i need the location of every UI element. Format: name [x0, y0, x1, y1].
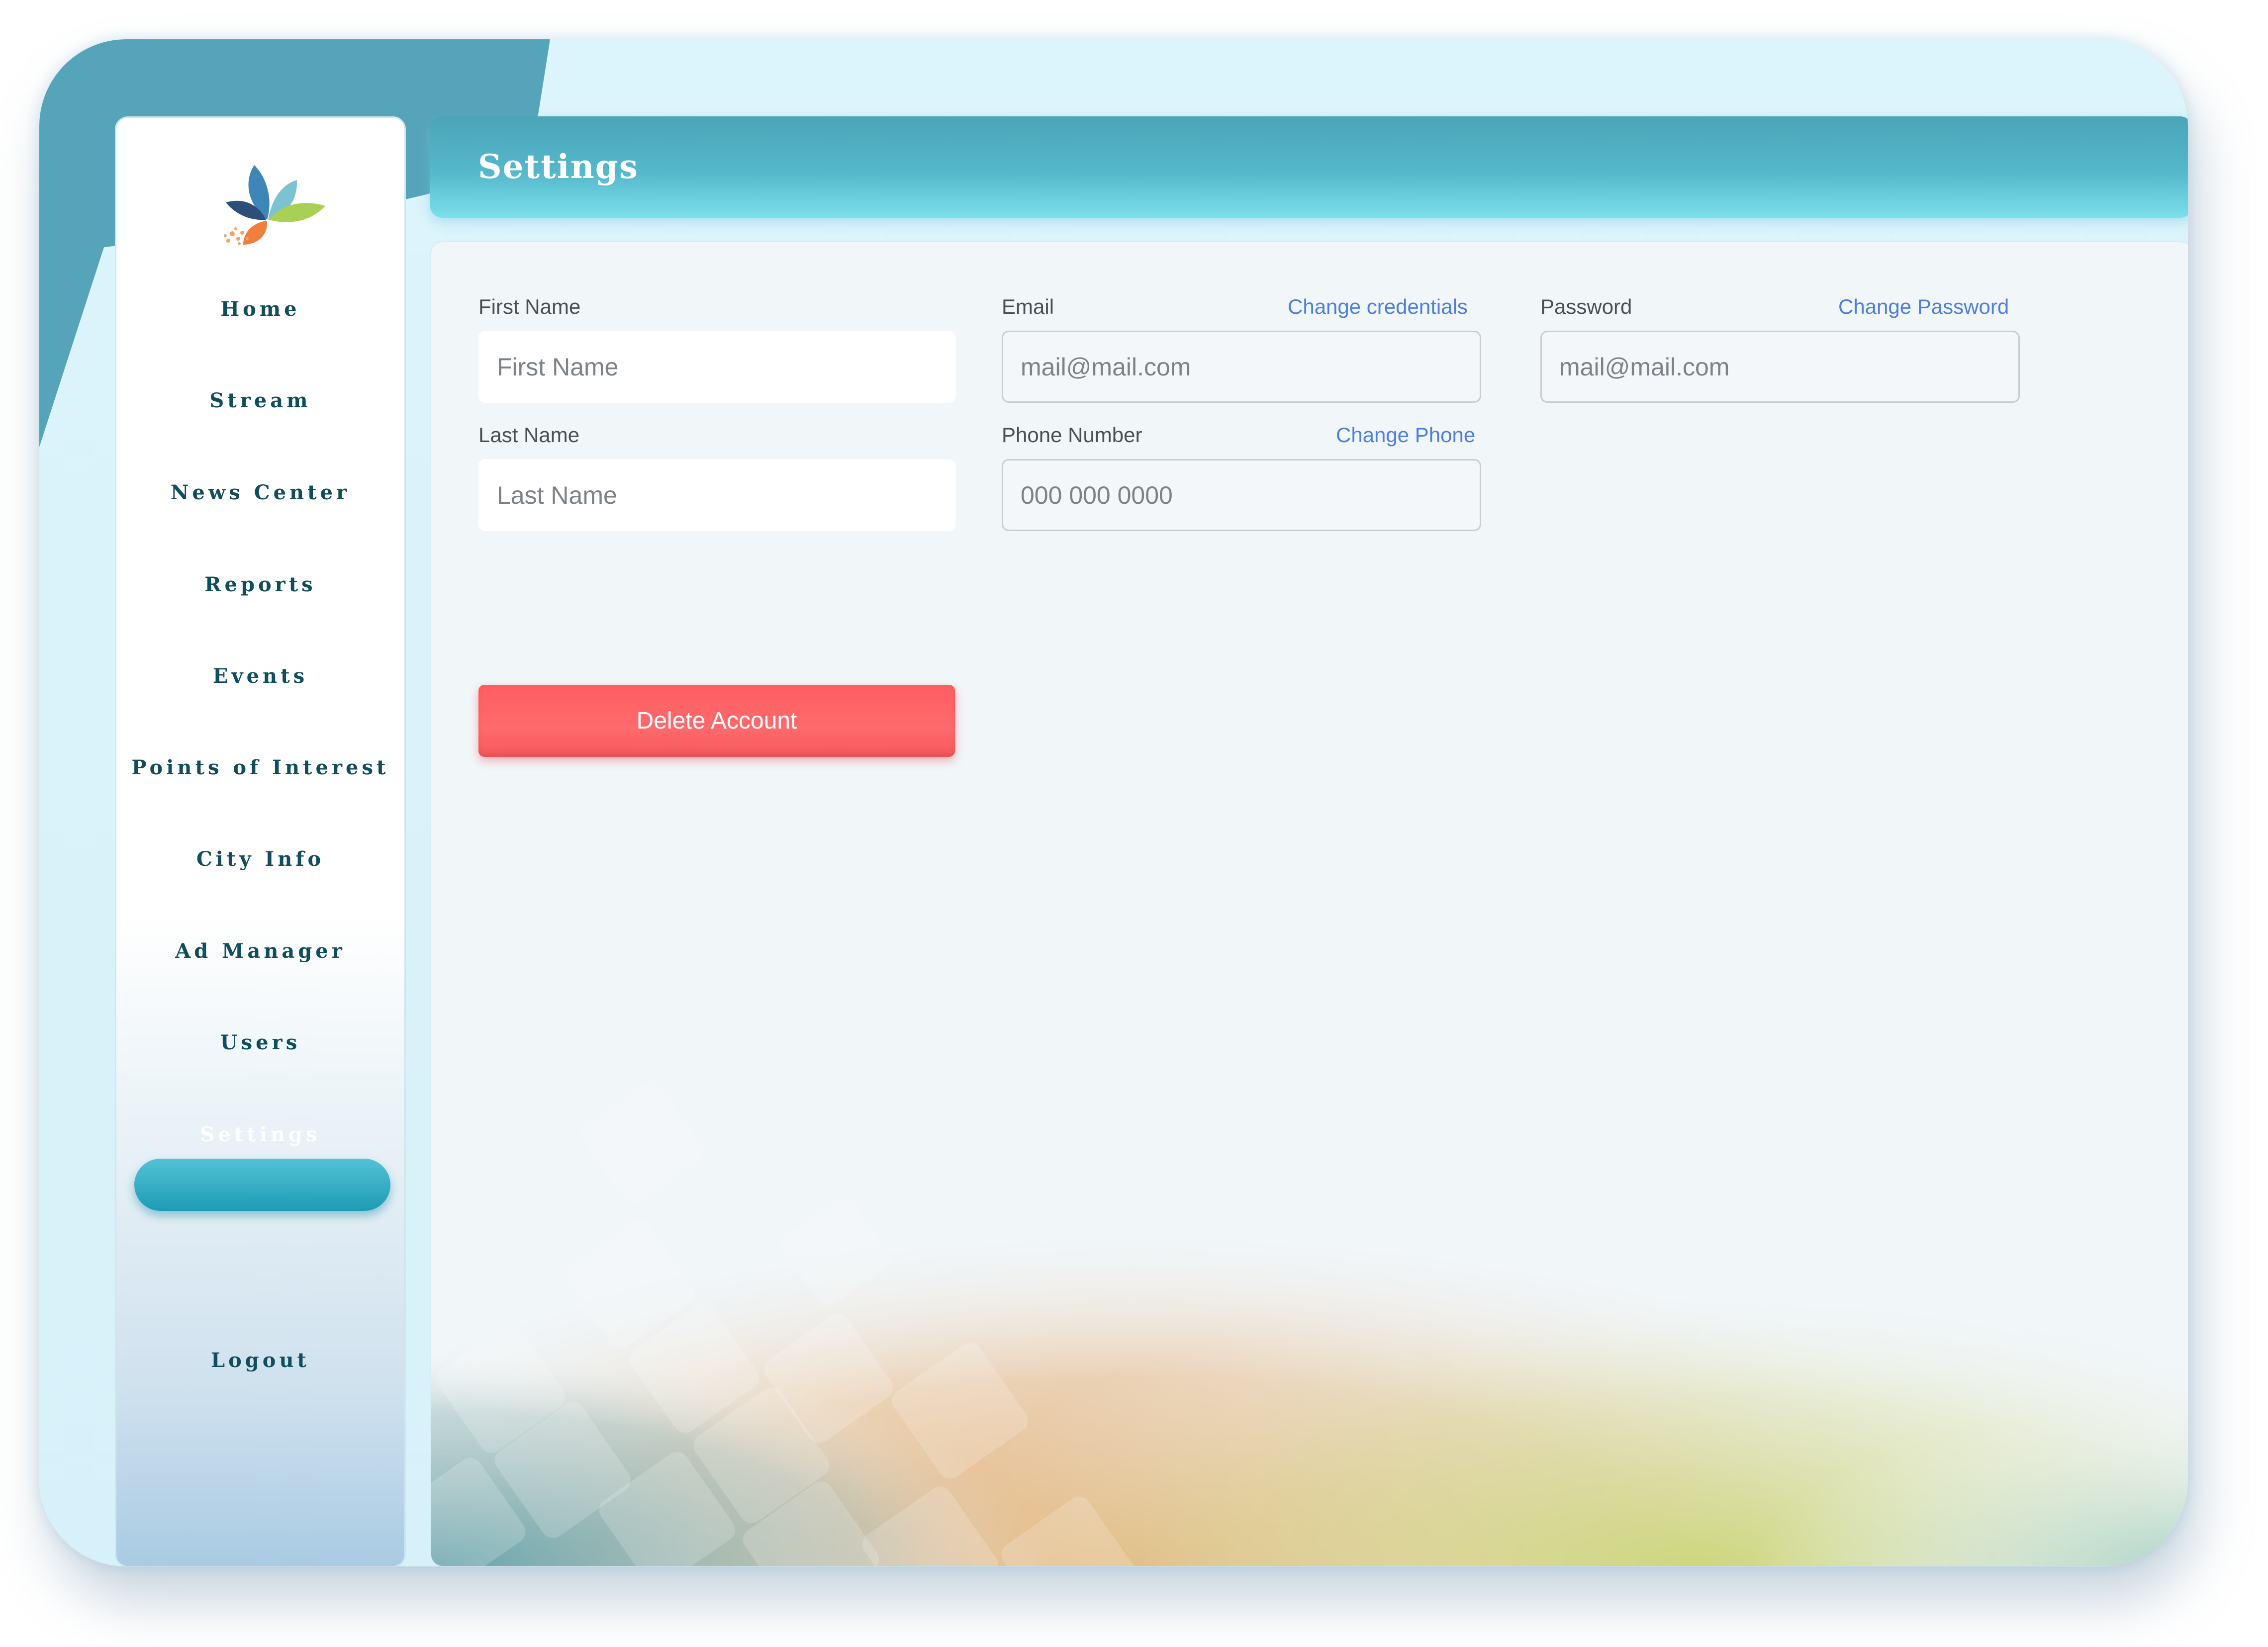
email-label: Email [1002, 295, 1054, 318]
phone-number-field[interactable]: 000 000 0000 [1002, 459, 1481, 531]
change-phone-link[interactable]: Change Phone [1336, 423, 1475, 447]
sidebar-item-home[interactable]: Home [116, 297, 404, 321]
sidebar-item-ad-manager[interactable]: Ad Manager [116, 939, 404, 963]
sidebar-item-settings-highlight[interactable] [134, 1159, 390, 1211]
first-name-label: First Name [478, 295, 581, 318]
sidebar-item-settings[interactable]: Settings [116, 1123, 404, 1146]
settings-panel: First Name First Name Last Name Last Nam… [430, 241, 2188, 1566]
password-field[interactable]: mail@mail.com [1540, 331, 2020, 403]
phone-number-label: Phone Number [1002, 423, 1142, 447]
password-label: Password [1540, 295, 1632, 318]
app-frame: Home Stream News Center Reports Events P… [39, 39, 2188, 1566]
page-header: Settings [430, 116, 2188, 218]
first-name-input[interactable]: First Name [478, 331, 956, 403]
sidebar-item-news-center[interactable]: News Center [116, 481, 404, 504]
page-title: Settings [478, 147, 639, 186]
sidebar-item-city-info[interactable]: City Info [116, 847, 404, 871]
email-field[interactable]: mail@mail.com [1002, 331, 1481, 403]
sidebar-item-users[interactable]: Users [116, 1031, 404, 1054]
change-credentials-link[interactable]: Change credentials [1288, 295, 1468, 319]
last-name-label: Last Name [478, 423, 580, 447]
sidebar-item-reports[interactable]: Reports [116, 573, 404, 596]
decorative-background [431, 242, 2188, 1566]
logout-button[interactable]: Logout [116, 1349, 404, 1372]
change-password-link[interactable]: Change Password [1838, 295, 2009, 319]
sidebar-item-events[interactable]: Events [116, 664, 404, 688]
sidebar-item-points-of-interest[interactable]: Points of Interest [116, 756, 404, 779]
sidebar: Home Stream News Center Reports Events P… [115, 116, 406, 1566]
last-name-input[interactable]: Last Name [478, 459, 956, 531]
sidebar-item-stream[interactable]: Stream [116, 389, 404, 412]
lotus-logo-icon [224, 165, 325, 245]
delete-account-button[interactable]: Delete Account [478, 685, 955, 757]
